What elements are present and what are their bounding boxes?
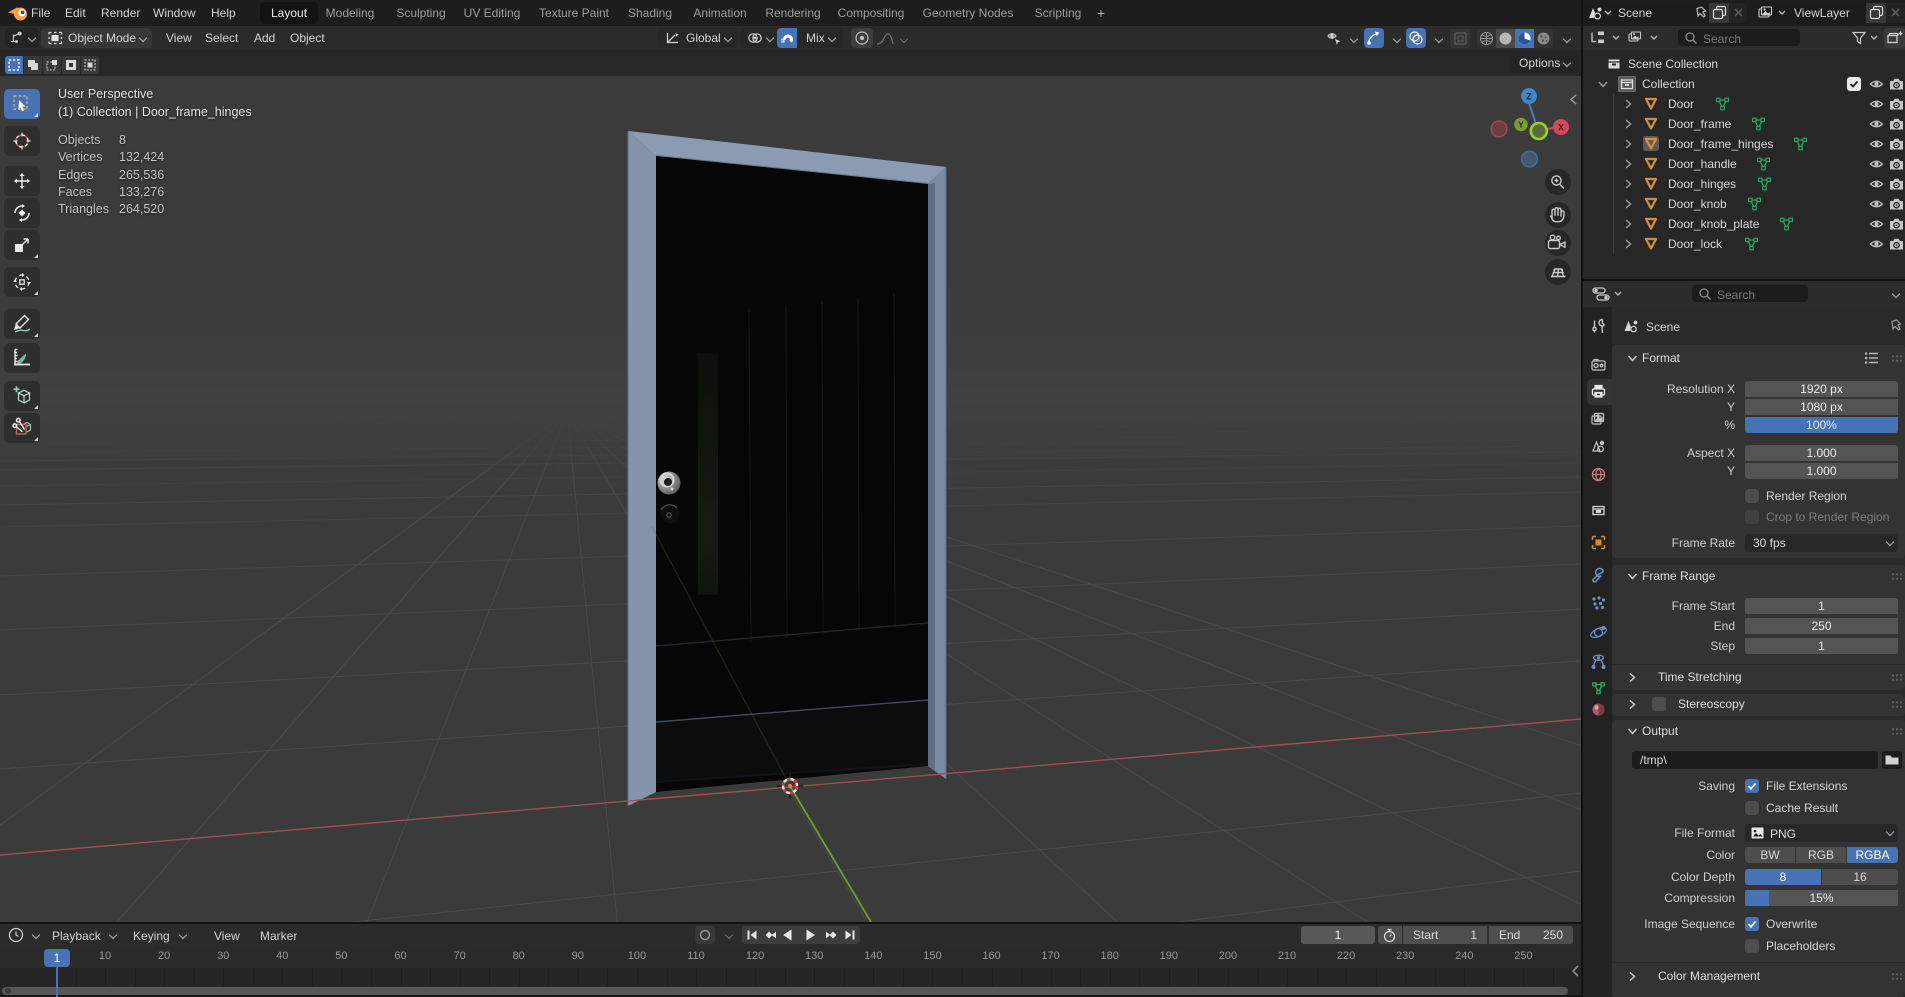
svg-text:Z: Z	[1526, 92, 1532, 102]
svg-text:X: X	[1558, 123, 1564, 133]
svg-text:Y: Y	[1518, 120, 1524, 130]
